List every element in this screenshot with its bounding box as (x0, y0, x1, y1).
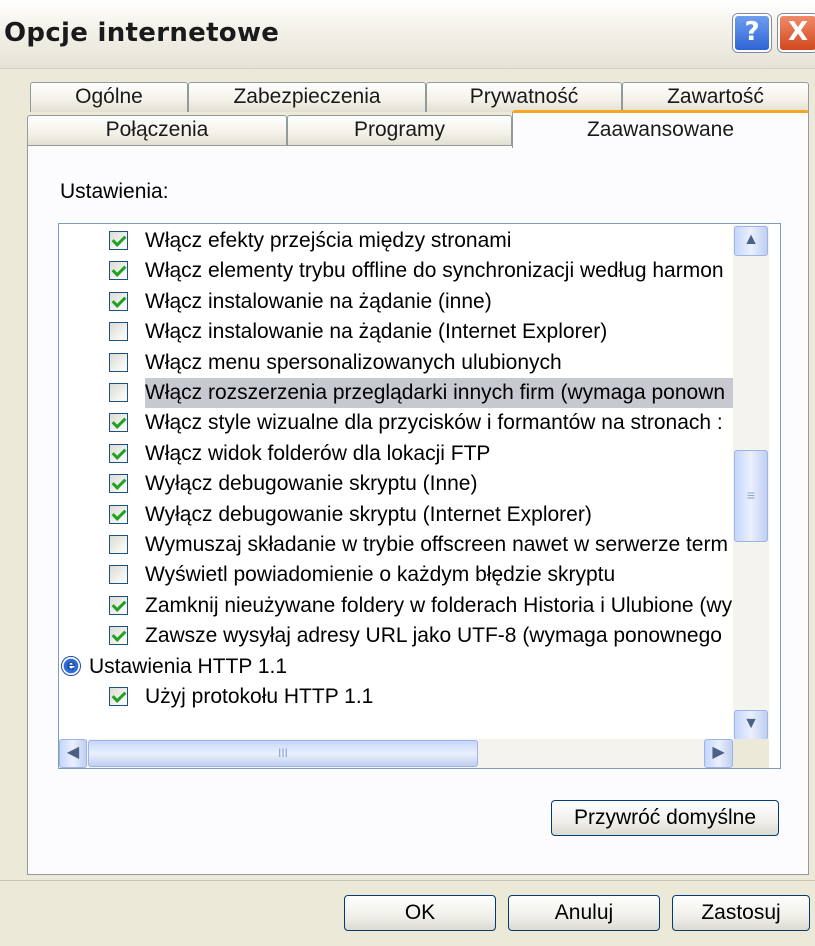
ie-icon: e (61, 655, 81, 676)
apply-button[interactable]: Zastosuj (672, 895, 810, 931)
scroll-down-button[interactable]: ▼ (734, 710, 768, 740)
setting-label: Włącz rozszerzenia przeglądarki innych f… (145, 378, 739, 408)
setting-row[interactable]: Włącz instalowanie na żądanie (Internet … (59, 317, 739, 347)
setting-row[interactable]: Włącz efekty przejścia między stronami (59, 226, 739, 256)
setting-label: Wyłącz debugowanie skryptu (Internet Exp… (145, 502, 592, 526)
checkbox-checked[interactable] (109, 504, 128, 524)
settings-list[interactable]: Włącz efekty przejścia między stronami Wł… (58, 223, 781, 769)
checkbox-checked[interactable] (109, 291, 128, 311)
setting-label: Zamknij nieużywane foldery w folderach H… (145, 593, 733, 617)
checkbox-checked[interactable] (109, 231, 128, 250)
setting-label: Wyłącz debugowanie skryptu (Inne) (145, 472, 478, 496)
tab-zaawansowane[interactable]: Zaawansowane (512, 110, 809, 148)
setting-label: Włącz widok folderów dla lokacji FTP (145, 441, 491, 465)
settings-label: Ustawienia: (60, 180, 169, 203)
checkbox-checked[interactable] (109, 626, 128, 646)
setting-row[interactable]: Włącz elementy trybu offline do synchron… (59, 256, 739, 286)
setting-label: Wyświetl powiadomienie o każdym błędzie … (145, 563, 616, 587)
setting-row[interactable]: Włącz widok folderów dla lokacji FTP (59, 439, 739, 469)
divider (0, 880, 815, 881)
scroll-left-button[interactable]: ◀ (59, 739, 87, 768)
horizontal-scroll-thumb[interactable]: III (88, 740, 478, 767)
checkbox-unchecked[interactable] (109, 352, 128, 372)
setting-row[interactable]: Zamknij nieużywane foldery w folderach H… (59, 591, 739, 621)
setting-label: Włącz elementy trybu offline do synchron… (145, 259, 724, 283)
setting-label: Wymuszaj składanie w trybie offscreen na… (145, 533, 728, 556)
window-title: Opcje internetowe (4, 18, 280, 48)
checkbox-checked[interactable] (109, 687, 128, 706)
restore-defaults-button[interactable]: Przywróć domyślne (551, 800, 779, 836)
checkbox-checked[interactable] (109, 413, 128, 433)
setting-label: Włącz style wizualne dla przycisków i fo… (145, 411, 723, 435)
help-button[interactable]: ? (733, 14, 771, 52)
checkbox-checked[interactable] (109, 474, 128, 494)
setting-label: Włącz menu spersonalizowanych ulubionych (145, 350, 562, 374)
close-button[interactable]: X (778, 14, 815, 52)
setting-row[interactable]: Włącz style wizualne dla przycisków i fo… (59, 408, 739, 438)
scrollbar-corner (733, 739, 769, 768)
checkbox-checked[interactable] (109, 595, 128, 615)
setting-row[interactable]: Zawsze wysyłaj adresy URL jako UTF-8 (wy… (59, 621, 739, 651)
vertical-scroll-thumb[interactable]: ≡ (734, 450, 768, 542)
scroll-right-button[interactable]: ▶ (704, 739, 733, 768)
tab-polaczenia[interactable]: Połączenia (27, 115, 287, 145)
cancel-button[interactable]: Anuluj (508, 895, 660, 931)
ok-button[interactable]: OK (344, 895, 496, 931)
setting-row[interactable]: Włącz instalowanie na żądanie (inne) (59, 287, 739, 317)
settings-group-header: e Ustawienia HTTP 1.1 (59, 652, 739, 682)
checkbox-checked[interactable] (109, 443, 128, 463)
setting-row[interactable]: Wyłącz debugowanie skryptu (Inne) (59, 469, 739, 499)
setting-row[interactable]: Wyświetl powiadomienie o każdym błędzie … (59, 560, 739, 590)
checkbox-unchecked[interactable] (109, 565, 128, 585)
setting-label: Włącz efekty przejścia między stronami (145, 229, 512, 252)
tab-zabezpieczenia[interactable]: Zabezpieczenia (188, 82, 426, 112)
setting-row[interactable]: Wymuszaj składanie w trybie offscreen na… (59, 530, 739, 560)
checkbox-unchecked[interactable] (109, 322, 128, 342)
setting-row[interactable]: Użyj protokołu HTTP 1.1 (59, 682, 739, 712)
checkbox-unchecked[interactable] (109, 535, 128, 554)
setting-label: Włącz instalowanie na żądanie (inne) (145, 289, 492, 313)
title-bar: Opcje internetowe ? X (0, 0, 815, 69)
scroll-up-button[interactable]: ▲ (734, 226, 768, 256)
tab-ogolne[interactable]: Ogólne (30, 82, 188, 112)
setting-row[interactable]: Wyłącz debugowanie skryptu (Internet Exp… (59, 500, 739, 530)
setting-row[interactable]: Włącz rozszerzenia przeglądarki innych f… (59, 378, 739, 408)
tab-programy[interactable]: Programy (287, 115, 512, 145)
checkbox-unchecked[interactable] (109, 383, 128, 402)
setting-row[interactable]: Włącz menu spersonalizowanych ulubionych (59, 348, 739, 378)
setting-label: Użyj protokołu HTTP 1.1 (145, 685, 374, 708)
setting-label: Włącz instalowanie na żądanie (Internet … (145, 320, 608, 344)
tab-zawartosc[interactable]: Zawartość (622, 82, 809, 112)
checkbox-checked[interactable] (109, 261, 128, 281)
setting-label: Zawsze wysyłaj adresy URL jako UTF-8 (wy… (145, 624, 722, 648)
group-label: Ustawienia HTTP 1.1 (89, 654, 288, 678)
tab-prywatnosc[interactable]: Prywatność (426, 82, 622, 112)
